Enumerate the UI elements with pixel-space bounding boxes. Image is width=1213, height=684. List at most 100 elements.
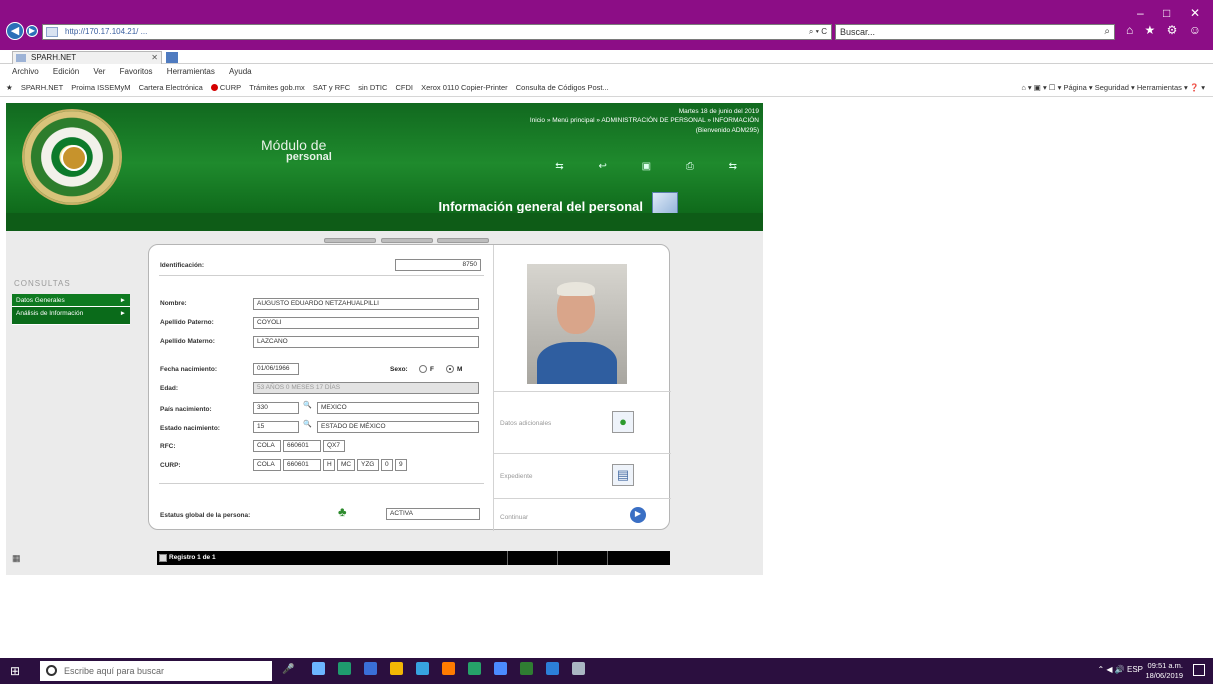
curp-part-4[interactable]: MC	[337, 459, 355, 471]
sidebar-item-analisis[interactable]: Análisis de Información ►	[12, 307, 130, 325]
breadcrumb[interactable]: Inicio » Menú principal » ADMINISTRACIÓN…	[530, 117, 759, 124]
curp-part-6[interactable]: 0	[381, 459, 393, 471]
search-pais-icon[interactable]: 🔍	[303, 401, 312, 409]
taskbar-app-icon-7[interactable]	[468, 662, 481, 675]
rfc-part-2[interactable]: 660601	[283, 440, 321, 452]
taskbar-app-icon-1[interactable]	[312, 662, 325, 675]
new-tab-button[interactable]	[166, 52, 178, 63]
sexo-f-label: F	[430, 366, 434, 373]
favorites-star-icon[interactable]: ★	[6, 79, 13, 96]
taskbar-app-icon-5[interactable]	[416, 662, 429, 675]
subtab-2[interactable]	[380, 238, 433, 243]
refresh-icon[interactable]: ⌕ ▾ C	[809, 25, 827, 39]
form-column: Identificación: 8750 Nombre: AUGUSTO EDU…	[149, 245, 494, 531]
datos-adicionales-icon[interactable]: ●	[612, 411, 634, 433]
back-button[interactable]: ◀	[6, 22, 24, 40]
expediente-icon[interactable]: ▤	[612, 464, 634, 486]
menu-favoritos[interactable]: Favoritos	[120, 67, 153, 76]
taskbar-app-icon-6[interactable]	[442, 662, 455, 675]
curp-part-2[interactable]: 660601	[283, 459, 321, 471]
menu-archivo[interactable]: Archivo	[12, 67, 39, 76]
browser-toolbar-icons[interactable]: ⌂ ★ ⚙ ☺	[1126, 23, 1205, 37]
sexo-m-radio[interactable]	[446, 365, 454, 373]
windows-start-icon[interactable]: ⊞	[10, 664, 20, 678]
header-action-icons[interactable]: ⇆ ↩ ▣ ⎙ ⇆	[555, 161, 753, 172]
address-bar[interactable]: http://170.17.104.21/ ... ⌕ ▾ C	[42, 24, 832, 40]
paterno-field[interactable]: COYOLI	[253, 317, 479, 329]
fav-tramites[interactable]: Trámites gob.mx	[249, 79, 305, 96]
clock[interactable]: 09:51 a.m. 18/06/2019	[1145, 661, 1183, 681]
forward-button[interactable]: ▶	[26, 25, 38, 37]
datos-adicionales-label: Datos adicionales	[500, 420, 552, 427]
divider	[494, 453, 671, 454]
microphone-icon[interactable]: 🎤	[282, 664, 294, 675]
subtab-3[interactable]	[437, 238, 490, 243]
tab-sparh[interactable]: SPARH.NET ✕	[12, 51, 162, 64]
fav-cfdi[interactable]: CFDI	[396, 79, 414, 96]
rfc-part-1[interactable]: COLA	[253, 440, 281, 452]
search-estado-icon[interactable]: 🔍	[303, 420, 312, 428]
estado-code-field[interactable]: 15	[253, 421, 299, 433]
fav-proima[interactable]: Proima ISSEMyM	[71, 79, 130, 96]
notifications-icon[interactable]	[1193, 664, 1205, 676]
continuar-icon[interactable]: ▶	[630, 507, 646, 523]
grid-icon[interactable]: ▦	[12, 553, 21, 564]
curp-part-7[interactable]: 9	[395, 459, 407, 471]
sidebar-item-datos-generales[interactable]: Datos Generales ►	[12, 294, 130, 307]
fav-codigos[interactable]: Consulta de Códigos Post...	[516, 79, 609, 96]
menu-edicion[interactable]: Edición	[53, 67, 79, 76]
clock-time: 09:51 a.m.	[1147, 661, 1183, 670]
taskbar-app-icon-11[interactable]	[572, 662, 585, 675]
system-tray[interactable]: ⌃ ◀ 🔊 ESP	[1098, 665, 1144, 674]
taskbar-search-input[interactable]: Escribe aquí para buscar	[40, 661, 272, 681]
person-photo	[527, 264, 627, 384]
pais-name-field: MEXICO	[317, 402, 479, 414]
fav-xerox[interactable]: Xerox 0110 Copier-Printer	[421, 79, 508, 96]
sexo-f-radio[interactable]	[419, 365, 427, 373]
paterno-label: Apellido Paterno:	[160, 319, 214, 326]
rfc-label: RFC:	[160, 443, 176, 450]
search-icon[interactable]: ⌕	[1104, 25, 1110, 39]
taskbar-app-icon-2[interactable]	[338, 662, 351, 675]
taskbar-app-icon-3[interactable]	[364, 662, 377, 675]
pais-code-field[interactable]: 330	[253, 402, 299, 414]
fav-curp[interactable]: CURP	[210, 79, 242, 96]
nacimiento-field[interactable]: 01/06/1966	[253, 363, 299, 375]
tab-close-icon[interactable]: ✕	[151, 52, 158, 64]
nombre-label: Nombre:	[160, 300, 187, 307]
pais-label: País nacimiento:	[160, 406, 212, 413]
search-input[interactable]: Buscar... ⌕	[835, 24, 1115, 40]
nombre-field[interactable]: AUGUSTO EDUARDO NETZAHUALPILLI	[253, 298, 479, 310]
record-checkbox[interactable]	[159, 554, 167, 562]
arrow-right-icon: ►	[119, 310, 126, 317]
minimize-button[interactable]: –	[1137, 6, 1144, 20]
subtab-1[interactable]	[324, 238, 376, 243]
curp-part-3[interactable]: H	[323, 459, 335, 471]
fav-cartera[interactable]: Cartera Electrónica	[139, 79, 203, 96]
edad-field: 53 AÑOS 0 MESES 17 DÍAS	[253, 382, 479, 394]
taskbar-app-icon-10[interactable]	[546, 662, 559, 675]
page-icon	[46, 27, 58, 37]
rfc-part-3[interactable]: QX7	[323, 440, 345, 452]
id-field[interactable]: 8750	[395, 259, 481, 271]
tab-row: SPARH.NET ✕	[0, 50, 1213, 64]
taskbar-app-icon-8[interactable]	[494, 662, 507, 675]
curp-part-5[interactable]: YZG	[357, 459, 379, 471]
divider	[494, 391, 671, 392]
close-button[interactable]: ✕	[1190, 6, 1200, 20]
fav-sparh[interactable]: SPARH.NET	[21, 79, 63, 96]
taskbar-app-icon-4[interactable]	[390, 662, 403, 675]
menu-herramientas[interactable]: Herramientas	[167, 67, 215, 76]
taskbar-app-icon-9[interactable]	[520, 662, 533, 675]
fav-sat[interactable]: SAT y RFC	[313, 79, 350, 96]
pinned-apps	[312, 662, 598, 677]
curp-part-1[interactable]: COLA	[253, 459, 281, 471]
fav-curp-label: CURP	[219, 83, 242, 92]
nacimiento-label: Fecha nacimiento:	[160, 366, 218, 373]
materno-field[interactable]: LAZCANO	[253, 336, 479, 348]
menu-ver[interactable]: Ver	[93, 67, 105, 76]
menu-ayuda[interactable]: Ayuda	[229, 67, 252, 76]
maximize-button[interactable]: □	[1163, 6, 1170, 20]
command-bar[interactable]: ⌂ ▾ ▣ ▾ ☐ ▾ Página ▾ Seguridad ▾ Herrami…	[1021, 79, 1205, 96]
fav-dtic[interactable]: sin DTIC	[358, 79, 387, 96]
